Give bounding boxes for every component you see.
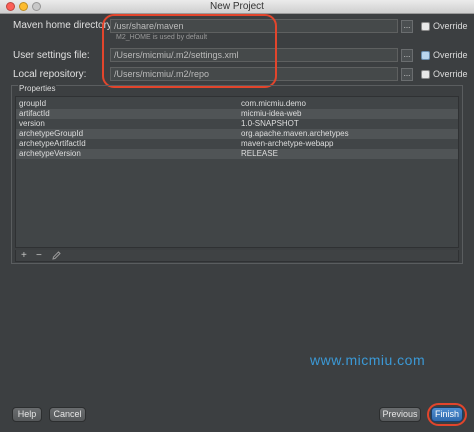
table-row[interactable]: archetypeVersion RELEASE — [16, 149, 458, 159]
maven-home-browse-button[interactable]: ... — [401, 20, 413, 33]
property-key: archetypeGroupId — [19, 129, 84, 138]
table-row[interactable]: groupId com.micmiu.demo — [16, 99, 458, 109]
help-button[interactable]: Help — [12, 407, 42, 422]
local-repo-override-checkbox[interactable] — [421, 70, 430, 79]
property-key: archetypeArtifactId — [19, 139, 86, 148]
maven-home-label: Maven home directory: — [13, 20, 115, 31]
window-title: New Project — [210, 1, 264, 12]
property-value: micmiu-idea-web — [241, 109, 302, 118]
highlight-oval — [102, 14, 277, 88]
table-row[interactable]: archetypeGroupId org.apache.maven.archet… — [16, 129, 458, 139]
settings-file-label: User settings file: — [13, 50, 90, 61]
finish-highlight-oval — [427, 403, 467, 426]
properties-table: groupId com.micmiu.demo artifactId micmi… — [15, 96, 459, 248]
property-value: org.apache.maven.archetypes — [241, 129, 349, 138]
watermark: www.micmiu.com — [310, 352, 426, 368]
pencil-icon — [52, 251, 61, 260]
title-bar: New Project — [0, 0, 474, 14]
property-key: version — [19, 119, 45, 128]
table-row[interactable]: version 1.0-SNAPSHOT — [16, 119, 458, 129]
property-value: com.micmiu.demo — [241, 99, 306, 108]
table-row[interactable]: archetypeArtifactId maven-archetype-weba… — [16, 139, 458, 149]
local-repo-label: Local repository: — [13, 69, 87, 80]
settings-file-override-label: Override — [433, 50, 468, 60]
property-key: archetypeVersion — [19, 149, 81, 158]
property-key: groupId — [19, 99, 47, 108]
cancel-button[interactable]: Cancel — [49, 407, 86, 422]
local-repo-browse-button[interactable]: ... — [401, 68, 413, 81]
add-property-button[interactable]: + — [21, 250, 27, 261]
table-row[interactable]: artifactId micmiu-idea-web — [16, 109, 458, 119]
maven-home-override-checkbox[interactable] — [421, 22, 430, 31]
settings-file-browse-button[interactable]: ... — [401, 49, 413, 62]
properties-header: Properties — [18, 84, 57, 93]
edit-property-button[interactable] — [52, 251, 61, 263]
property-value: 1.0-SNAPSHOT — [241, 119, 299, 128]
property-value: maven-archetype-webapp — [241, 139, 334, 148]
previous-button[interactable]: Previous — [379, 407, 421, 422]
properties-toolbar: + − — [15, 250, 459, 262]
property-key: artifactId — [19, 109, 50, 118]
settings-file-override-checkbox[interactable] — [421, 51, 430, 60]
local-repo-override-label: Override — [433, 69, 468, 79]
property-value: RELEASE — [241, 149, 278, 158]
maven-home-override-label: Override — [433, 21, 468, 31]
remove-property-button[interactable]: − — [36, 250, 42, 261]
